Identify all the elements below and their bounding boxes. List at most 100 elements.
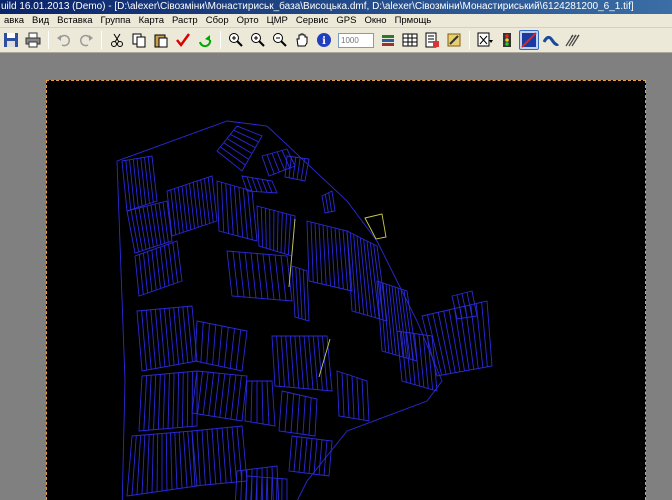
cut-icon: [111, 33, 123, 47]
pan-hand-icon: [296, 33, 308, 47]
parcel-strip: [382, 282, 390, 354]
menu-help[interactable]: Пpмощь: [391, 15, 436, 26]
parcel-boundary[interactable]: [116, 120, 443, 500]
parcel-strip: [338, 228, 344, 290]
parcel-strip: [201, 429, 206, 486]
parcel-strip: [178, 432, 183, 489]
parcel-boundary[interactable]: [256, 205, 296, 257]
menu-map[interactable]: Карта: [135, 15, 168, 26]
parcel-strip: [212, 324, 217, 365]
tools-icon: [447, 33, 461, 47]
undo-button[interactable]: [54, 30, 74, 50]
parcel-strip: [168, 243, 174, 285]
parcel-strip: [172, 373, 175, 429]
parcel-strip: [234, 185, 239, 237]
menu-group[interactable]: Группа: [96, 15, 134, 26]
parcel-strip: [300, 158, 306, 181]
parcel-strip: [256, 253, 263, 299]
vector-arrows-button[interactable]: [563, 30, 583, 50]
menu-ortho[interactable]: Орто: [233, 15, 263, 26]
toolbar-separator: [469, 31, 470, 49]
menu-window[interactable]: Окно: [360, 15, 390, 26]
parcel-strip: [299, 335, 304, 389]
parcel-strip: [138, 207, 147, 250]
map-workspace[interactable]: [0, 54, 672, 500]
cut-button[interactable]: [107, 30, 127, 50]
select-mode-button[interactable]: [475, 30, 495, 50]
menu-gps[interactable]: GPS: [332, 15, 360, 26]
parcel-strip: [268, 254, 275, 300]
menu-service[interactable]: Сервис: [292, 15, 333, 26]
parcel-strip: [182, 306, 189, 363]
parcel-strip: [280, 255, 287, 301]
curve-button[interactable]: [541, 30, 561, 50]
parcel-strip: [318, 439, 323, 475]
parcel-strip: [143, 375, 148, 431]
parcel-strip: [427, 335, 434, 390]
scale-input[interactable]: [338, 32, 374, 48]
redo-icon: [79, 34, 93, 47]
pan-button[interactable]: [292, 30, 312, 50]
parcel-strip: [154, 309, 161, 368]
parcel-strip: [223, 327, 229, 368]
report-button[interactable]: [422, 30, 442, 50]
check-button[interactable]: [173, 30, 193, 50]
map-canvas[interactable]: [46, 80, 646, 500]
tools-button[interactable]: [444, 30, 464, 50]
parcel-strip: [233, 129, 259, 143]
paste-button[interactable]: [151, 30, 171, 50]
parcel-strip: [170, 432, 173, 490]
highlighted-parcel[interactable]: [364, 213, 387, 240]
menu-dem[interactable]: ЦМР: [263, 15, 292, 26]
zoom-window-button[interactable]: [226, 30, 246, 50]
parcel-strip: [196, 430, 201, 486]
info-button[interactable]: i: [314, 30, 334, 50]
parcel-strip: [173, 307, 180, 365]
report-icon: [425, 32, 439, 48]
parcel-boundary[interactable]: [191, 425, 248, 487]
parcel-strip: [159, 308, 166, 367]
copy-button[interactable]: [129, 30, 149, 50]
toolbar-separator: [220, 31, 221, 49]
parcel-strip: [418, 334, 425, 388]
menu-insert[interactable]: Вставка: [53, 15, 96, 26]
parcel-strip: [266, 380, 270, 426]
parcel-strip: [285, 335, 290, 388]
parcel-strip: [308, 397, 312, 436]
menu-file[interactable]: авка: [0, 15, 28, 26]
parcel-strip: [250, 252, 257, 299]
table-button[interactable]: [400, 30, 420, 50]
save-button[interactable]: [1, 30, 21, 50]
zoom-out-button[interactable]: [270, 30, 290, 50]
parcel-strip: [242, 188, 248, 239]
parcel-boundary[interactable]: [244, 380, 276, 427]
parcel-strip: [266, 154, 275, 175]
traffic-light-button[interactable]: [497, 30, 517, 50]
parcel-strip: [197, 371, 204, 414]
refresh-button[interactable]: [195, 30, 215, 50]
highlighted-boundary: [318, 338, 331, 378]
parcel-strip: [238, 187, 244, 238]
parcel-strip: [292, 157, 297, 179]
menu-collect[interactable]: Сбор: [202, 15, 233, 26]
parcel-strip: [312, 335, 319, 390]
redo-button[interactable]: [76, 30, 96, 50]
parcel-strip: [238, 251, 245, 298]
raster-toggle-button[interactable]: [519, 30, 539, 50]
zoom-in-icon: [251, 33, 265, 47]
parcel-strip: [314, 222, 319, 284]
menu-raster[interactable]: Растр: [168, 15, 202, 26]
parcel-strip: [296, 157, 301, 180]
zoom-in-button[interactable]: [248, 30, 268, 50]
parcel-strip: [299, 268, 303, 320]
parcel-strip: [308, 335, 314, 390]
parcel-map[interactable]: [47, 81, 647, 500]
print-button[interactable]: [23, 30, 43, 50]
menu-view[interactable]: Вид: [28, 15, 53, 26]
parcel-strip: [142, 206, 151, 249]
parcel-strip: [353, 234, 361, 314]
parcel-strip: [182, 431, 188, 488]
window-title: uild 16.01.2013 (Demo) - [D:\alexer\Сіво…: [0, 0, 672, 14]
layers-button[interactable]: [378, 30, 398, 50]
parcel-strip: [145, 310, 152, 370]
